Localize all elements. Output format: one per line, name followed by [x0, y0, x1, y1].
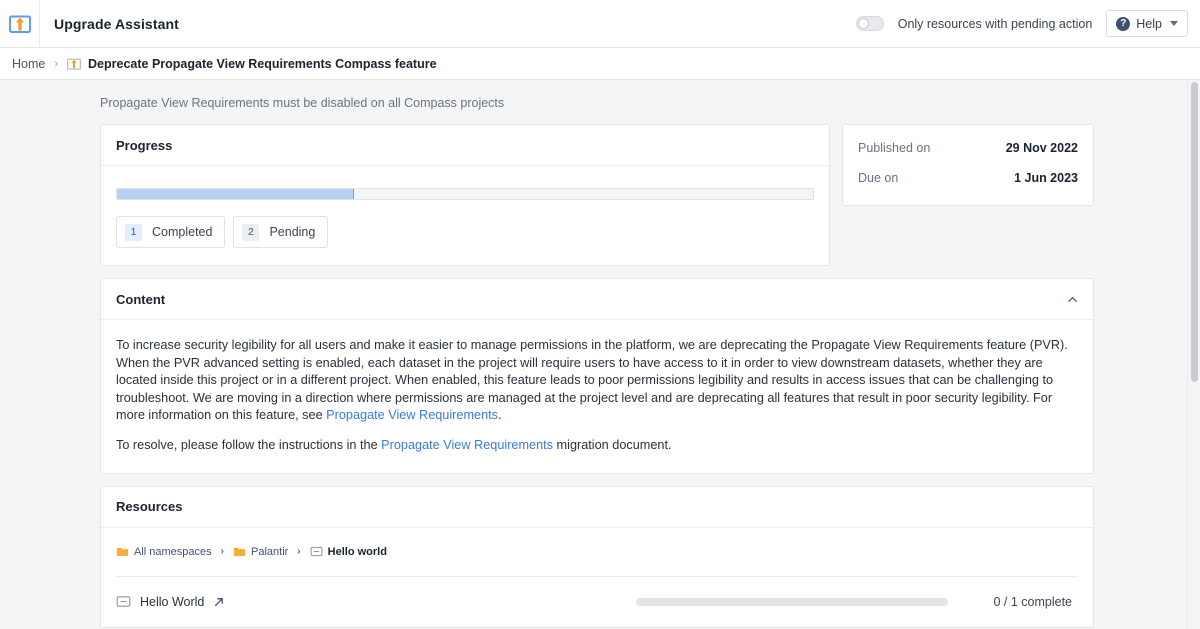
progress-bar	[116, 188, 814, 200]
status-pill-count: 1	[125, 223, 142, 241]
resource-breadcrumb-separator: ›	[297, 546, 301, 558]
resource-breadcrumb: All namespaces › Palantir › Hello world	[116, 528, 1078, 576]
breadcrumb-current-label: Deprecate Propagate View Requirements Co…	[88, 56, 437, 71]
app-logo[interactable]	[0, 0, 40, 48]
paragraph-text: To resolve, please follow the instructio…	[116, 437, 382, 452]
resource-name-label: Hello World	[140, 594, 205, 609]
metadata-card: Published on 29 Nov 2022 Due on 1 Jun 20…	[842, 124, 1094, 206]
project-icon	[116, 596, 131, 607]
app-header: Upgrade Assistant Only resources with pe…	[0, 0, 1200, 48]
resource-progress-status: 0 / 1 complete	[993, 594, 1072, 609]
metadata-label: Due on	[858, 171, 899, 185]
metadata-row-published: Published on 29 Nov 2022	[858, 141, 1078, 155]
breadcrumb-separator: ›	[54, 57, 59, 70]
upgrade-arrow-icon	[67, 58, 82, 70]
paragraph-text: To increase security legibility for all …	[116, 338, 1068, 423]
chevron-down-icon	[1170, 21, 1178, 26]
metadata-row-due: Due on 1 Jun 2023	[858, 171, 1078, 185]
paragraph-text-end: .	[498, 408, 502, 423]
progress-card-header: Progress	[101, 125, 829, 166]
breadcrumb-item-current: Deprecate Propagate View Requirements Co…	[67, 57, 437, 71]
page-body: Propagate View Requirements must be disa…	[0, 80, 1200, 629]
propagate-view-requirements-link[interactable]: Propagate View Requirements	[326, 408, 498, 422]
project-icon	[310, 546, 323, 557]
folder-icon	[116, 548, 129, 557]
resource-row[interactable]: Hello World 0 / 1 complete	[116, 577, 1078, 627]
resource-breadcrumb-separator: ›	[220, 546, 224, 558]
page-subtitle: Propagate View Requirements must be disa…	[100, 96, 505, 110]
resources-card-header: Resources	[101, 487, 1093, 528]
pending-action-toggle[interactable]	[855, 16, 884, 31]
toggle-knob	[857, 18, 869, 29]
page-scrollbar[interactable]	[1187, 80, 1200, 629]
resources-card: Resources All namespaces › Palantir › He…	[100, 485, 1094, 628]
question-circle-icon: ?	[1116, 16, 1131, 31]
scrollbar-thumb[interactable]	[1191, 82, 1198, 382]
progress-card-title: Progress	[116, 137, 173, 153]
metadata-value: 29 Nov 2022	[1005, 141, 1078, 155]
pending-action-toggle-label: Only resources with pending action	[897, 16, 1093, 31]
resource-breadcrumb-item-palantir[interactable]: Palantir	[233, 545, 288, 558]
progress-card: Progress 1 Completed 2 Pending	[100, 124, 830, 266]
content-card: Content To increase security legibility …	[100, 278, 1094, 474]
header-actions: Only resources with pending action ? Hel…	[855, 10, 1200, 37]
status-pill-pending[interactable]: 2 Pending	[233, 216, 329, 248]
content-card-header[interactable]: Content	[101, 279, 1093, 320]
resources-card-body: All namespaces › Palantir › Hello world …	[101, 528, 1093, 627]
chevron-up-icon[interactable]	[1067, 294, 1078, 305]
content-paragraph-1: To increase security legibility for all …	[116, 337, 1078, 425]
breadcrumb-item-home[interactable]: Home	[12, 57, 45, 71]
resource-breadcrumb-label: Palantir	[251, 545, 289, 558]
folder-icon	[233, 548, 246, 557]
resource-breadcrumb-label: Hello world	[327, 545, 387, 558]
resource-breadcrumb-label: All namespaces	[134, 545, 212, 558]
metadata-value: 1 Jun 2023	[1014, 171, 1078, 185]
help-button-label: Help	[1136, 16, 1162, 31]
app-title: Upgrade Assistant	[54, 15, 179, 32]
content-card-title: Content	[116, 291, 166, 307]
external-link-icon[interactable]	[213, 596, 225, 608]
breadcrumb: Home › Deprecate Propagate View Requirem…	[0, 48, 1200, 80]
summary-row: Progress 1 Completed 2 Pending Published…	[100, 124, 1193, 266]
resource-breadcrumb-item-hello-world: Hello world	[310, 545, 387, 558]
resource-progress-bar	[636, 597, 948, 606]
migration-document-link[interactable]: Propagate View Requirements	[381, 438, 553, 452]
progress-bar-fill	[117, 189, 354, 199]
metadata-card-body: Published on 29 Nov 2022 Due on 1 Jun 20…	[843, 125, 1093, 205]
status-pill-count: 2	[242, 223, 260, 241]
status-pill-label: Pending	[269, 225, 316, 239]
content-card-body: To increase security legibility for all …	[101, 320, 1093, 473]
content-paragraph-2: To resolve, please follow the instructio…	[116, 437, 1078, 455]
progress-card-body: 1 Completed 2 Pending	[101, 166, 829, 265]
upgrade-arrow-icon	[8, 15, 31, 33]
paragraph-text-end: migration document.	[553, 437, 672, 452]
progress-status-pills: 1 Completed 2 Pending	[116, 216, 814, 248]
resources-card-title: Resources	[116, 499, 183, 515]
resource-name-cell: Hello World	[116, 594, 636, 609]
status-pill-label: Completed	[152, 225, 213, 239]
help-button[interactable]: ? Help	[1106, 10, 1188, 37]
status-pill-completed[interactable]: 1 Completed	[116, 216, 226, 248]
content-column: Propagate View Requirements must be disa…	[0, 80, 1193, 628]
resource-breadcrumb-item-all-namespaces[interactable]: All namespaces	[116, 545, 212, 558]
metadata-label: Published on	[858, 141, 931, 155]
